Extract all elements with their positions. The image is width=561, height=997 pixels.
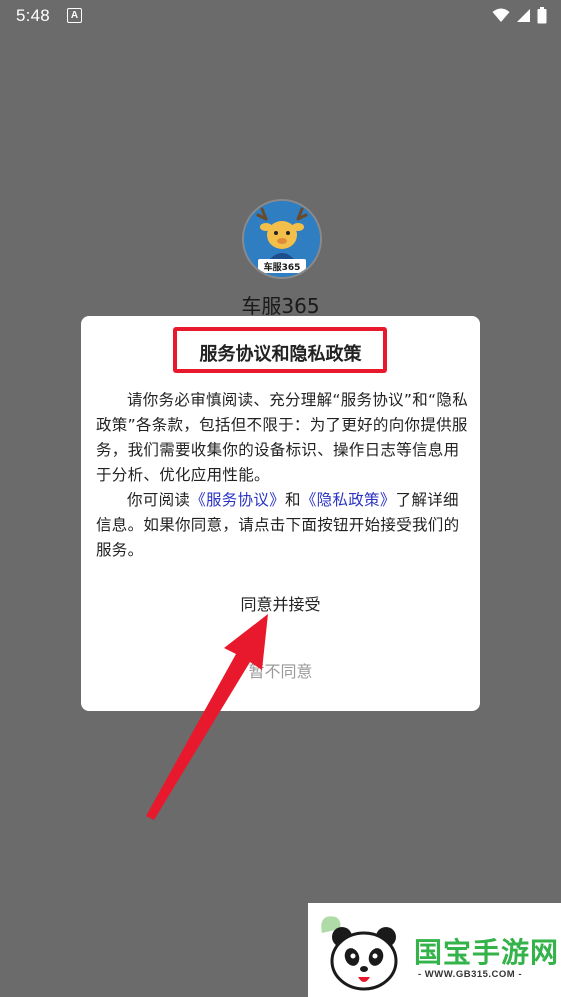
signal-icon	[517, 9, 530, 22]
status-icons	[492, 7, 547, 24]
panda-icon	[321, 916, 398, 991]
status-bar: 5:48 A	[0, 0, 561, 34]
accept-button[interactable]: 同意并接受	[81, 591, 480, 615]
privacy-dialog: 服务协议和隐私政策 请你务必审慎阅读、充分理解“服务协议”和“隐私政策”各条款，…	[81, 316, 480, 711]
decline-button[interactable]: 暂不同意	[81, 658, 480, 682]
watermark-url: - WWW.GB315.COM -	[418, 969, 523, 980]
deer-mascot-icon: 车服365	[244, 201, 320, 277]
wifi-icon	[492, 8, 510, 22]
paragraph-2-prefix: 你可阅读	[127, 491, 191, 509]
paragraph-2-and: 和	[285, 491, 301, 509]
notification-a-icon: A	[67, 8, 82, 23]
watermark-brand: 国宝手游网	[414, 936, 560, 969]
watermark: 国宝手游网 - WWW.GB315.COM -	[308, 903, 561, 997]
dialog-paragraph-2: 你可阅读《服务协议》和《隐私政策》了解详细信息。如果你同意，请点击下面按钮开始接…	[96, 488, 468, 563]
dialog-body: 请你务必审慎阅读、充分理解“服务协议”和“隐私政策”各条款，包括但不限于：为了更…	[96, 388, 468, 563]
status-time: 5:48	[16, 6, 50, 25]
app-logo-text: 车服365	[264, 261, 301, 273]
battery-icon	[537, 7, 547, 24]
dialog-paragraph-1: 请你务必审慎阅读、充分理解“服务协议”和“隐私政策”各条款，包括但不限于：为了更…	[96, 391, 468, 484]
service-agreement-link[interactable]: 《服务协议》	[190, 491, 285, 509]
app-name: 车服365	[241, 294, 320, 318]
app-logo: 车服365	[244, 201, 320, 277]
privacy-policy-link[interactable]: 《隐私政策》	[301, 491, 396, 509]
dialog-title: 服务协议和隐私政策	[199, 344, 362, 365]
